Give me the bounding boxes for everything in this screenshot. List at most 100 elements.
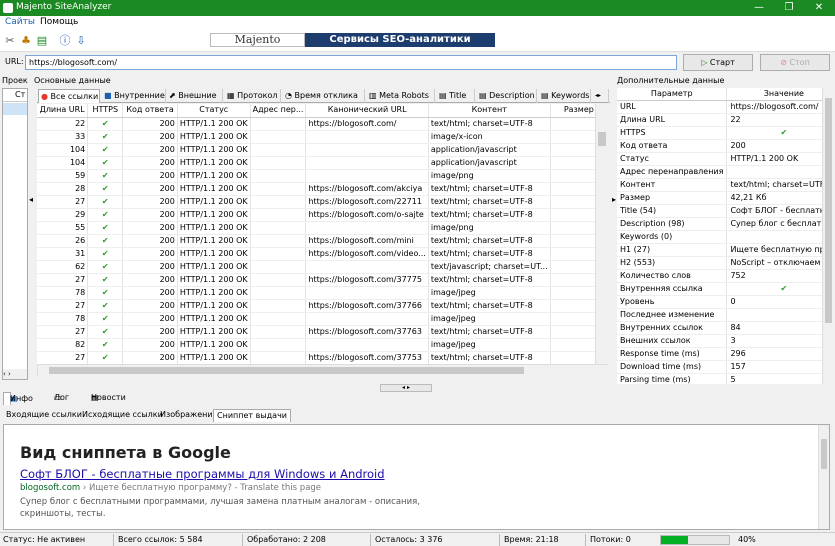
table-row[interactable]: 27 ✔ 200 HTTP/1.1 200 OK https://blogosoft.c… [37, 299, 608, 313]
details-row[interactable]: Внешних ссылок 3 [617, 334, 822, 349]
col-canonical[interactable]: Канонический URL [305, 104, 429, 118]
links-vscroll[interactable] [595, 104, 608, 364]
table-row[interactable]: 59 ✔ 200 HTTP/1.1 200 OK image/png [37, 169, 608, 183]
start-button[interactable]: ▷ Старт [683, 54, 753, 71]
cell-redirect [250, 234, 307, 248]
table-row[interactable]: 104 ✔ 200 HTTP/1.1 200 OK application/javasc… [37, 156, 608, 170]
splitter-left[interactable]: ◂ [29, 195, 33, 204]
details-vscroll-thumb[interactable] [825, 98, 832, 323]
col-content[interactable]: Контент [428, 104, 551, 118]
maximize-button[interactable]: ❐ [774, 1, 804, 15]
table-row[interactable]: 27 ✔ 200 HTTP/1.1 200 OK https://blogosoft.c… [37, 351, 608, 364]
tab-all-links[interactable]: ● Все ссылки [38, 89, 100, 103]
detail-param: Description (98) [617, 217, 728, 232]
project-icon[interactable]: ♣ [19, 34, 33, 48]
details-row[interactable]: Внутренняя ссылка ✔ [617, 282, 822, 297]
tab-external[interactable]: ⬈ Внешние [167, 89, 223, 103]
details-row[interactable]: Уровень 0 [617, 295, 822, 310]
details-vscroll[interactable] [822, 88, 834, 384]
table-row[interactable]: 27 ✔ 200 HTTP/1.1 200 OK https://blogosoft.c… [37, 195, 608, 209]
url-input[interactable]: https://blogosoft.com/ [25, 55, 677, 70]
details-row[interactable]: Download time (ms) 157 [617, 360, 822, 375]
status-threads: Потоки: 0 [590, 535, 631, 544]
tab-response-time[interactable]: ◔ Время отклика [283, 89, 365, 103]
table-row[interactable]: 27 ✔ 200 HTTP/1.1 200 OK https://blogosoft.c… [37, 273, 608, 287]
table-row[interactable]: 26 ✔ 200 HTTP/1.1 200 OK https://blogosoft.c… [37, 234, 608, 248]
cell-canonical [305, 169, 429, 183]
details-row[interactable]: Description (98)Супер блог с бесплатн... [617, 217, 822, 232]
details-row[interactable]: Размер 42,21 Кб [617, 191, 822, 206]
project-item[interactable] [3, 103, 27, 115]
table-row[interactable]: 29 ✔ 200 HTTP/1.1 200 OK https://blogosoft.c… [37, 208, 608, 222]
tab-outgoing-links[interactable]: Исходящие ссылки [79, 409, 166, 422]
table-row[interactable]: 55 ✔ 200 HTTP/1.1 200 OK image/png [37, 221, 608, 235]
tab-protocol[interactable]: ▦ Протокол [225, 89, 281, 103]
cell-content: text/html; charset=UTF-8 [428, 182, 551, 196]
details-row[interactable]: Статус HTTP/1.1 200 OK [617, 152, 822, 167]
details-row[interactable]: H1 (27)Ищете бесплатную про... [617, 243, 822, 258]
minimize-button[interactable]: — [744, 1, 774, 15]
tab-info[interactable]: ▣ Инфо [3, 392, 33, 405]
details-row[interactable]: Количество слов 752 [617, 269, 822, 284]
details-row[interactable]: H2 (553)NoScript – отключаем с... [617, 256, 822, 271]
tab-snippet[interactable]: Сниппет выдачи [213, 409, 291, 422]
col-redirect[interactable]: Адрес пер... [250, 104, 307, 118]
col-response-code[interactable]: Код ответа [122, 104, 178, 118]
links-hscroll-thumb[interactable] [49, 367, 524, 374]
col-https[interactable]: HTTPS [87, 104, 124, 118]
close-button[interactable]: ✕ [804, 1, 834, 15]
stop-button[interactable]: ⊘ Стоп [760, 54, 830, 71]
details-row[interactable]: HTTPS ✔ [617, 126, 822, 141]
details-row[interactable]: Внутренних ссылок 84 [617, 321, 822, 336]
snippet-vscroll[interactable] [818, 425, 829, 529]
col-status[interactable]: Статус [177, 104, 251, 118]
export-icon[interactable]: ▤ [35, 34, 49, 48]
details-row[interactable]: Длина URL 22 [617, 113, 822, 128]
details-row[interactable]: Код ответа 200 [617, 139, 822, 154]
table-row[interactable]: 104 ✔ 200 HTTP/1.1 200 OK application/javasc… [37, 143, 608, 157]
check-icon: ✔ [87, 117, 124, 131]
table-row[interactable]: 82 ✔ 200 HTTP/1.1 200 OK image/jpeg [37, 338, 608, 352]
menu-help[interactable]: Помощь [40, 17, 78, 27]
tab-title[interactable]: ▤ Title [437, 89, 475, 103]
update-icon[interactable]: ⇩ [74, 34, 88, 48]
table-row[interactable]: 31 ✔ 200 HTTP/1.1 200 OK https://blogosoft.c… [37, 247, 608, 261]
table-row[interactable]: 28 ✔ 200 HTTP/1.1 200 OK https://blogosoft.c… [37, 182, 608, 196]
table-row[interactable]: 27 ✔ 200 HTTP/1.1 200 OK https://blogosoft.c… [37, 325, 608, 339]
tab-meta-robots[interactable]: ▥ Meta Robots [367, 89, 435, 103]
details-row[interactable]: Response time (ms) 296 [617, 347, 822, 362]
details-row[interactable]: Последнее изменение [617, 308, 822, 323]
table-row[interactable]: 62 ✔ 200 HTTP/1.1 200 OK text/javascript; ch… [37, 260, 608, 274]
tab-log[interactable]: ▭ Лог [48, 392, 69, 405]
projects-hscroll[interactable]: ‹ › [3, 369, 27, 379]
details-row[interactable]: Parsing time (ms) 5 [617, 373, 822, 384]
tools-icon[interactable]: ✂ [3, 34, 17, 48]
cell-response-code: 200 [122, 156, 178, 170]
details-row[interactable]: Title (54)Софт БЛОГ - бесплатн... [617, 204, 822, 219]
splitter-main-right[interactable]: ▸ [612, 195, 616, 204]
table-row[interactable]: 78 ✔ 200 HTTP/1.1 200 OK image/jpeg [37, 312, 608, 326]
details-row[interactable]: Keywords (0) [617, 230, 822, 245]
snippet-title-link[interactable]: Софт БЛОГ - бесплатные программы для Win… [20, 467, 385, 481]
table-row[interactable]: 22 ✔ 200 HTTP/1.1 200 OK https://blogosoft.c… [37, 117, 608, 131]
menu-sites[interactable]: Сайты [5, 17, 35, 27]
splitter-bottom[interactable]: ◂ ▸ [380, 384, 432, 392]
info-icon[interactable]: ⓘ [58, 34, 72, 48]
tab-internal[interactable]: ■ Внутренние [102, 89, 166, 103]
tab-news[interactable]: ▤ Новости [85, 392, 126, 405]
table-row[interactable]: 33 ✔ 200 HTTP/1.1 200 OK image/x-icon [37, 130, 608, 144]
details-row[interactable]: Адрес перенаправления [617, 165, 822, 180]
table-row[interactable]: 78 ✔ 200 HTTP/1.1 200 OK image/jpeg [37, 286, 608, 300]
links-vscroll-thumb[interactable] [598, 132, 606, 146]
links-hscroll[interactable] [37, 364, 608, 376]
details-row[interactable]: URL https://blogosoft.com/ [617, 100, 822, 115]
col-url-length[interactable]: Длина URL [37, 104, 89, 118]
tab-keywords[interactable]: ▤ Keywords [539, 89, 591, 103]
tab-description[interactable]: ▤ Description [477, 89, 537, 103]
tabs-scroll-buttons[interactable]: ◂▸ [593, 89, 609, 103]
detail-param: Количество слов [617, 269, 728, 284]
tab-incoming-links[interactable]: Входящие ссылки [3, 409, 85, 422]
details-row[interactable]: Контентtext/html; charset=UTF-8 [617, 178, 822, 193]
tab-images[interactable]: Изображения [157, 409, 220, 422]
snippet-vscroll-thumb[interactable] [821, 439, 827, 469]
